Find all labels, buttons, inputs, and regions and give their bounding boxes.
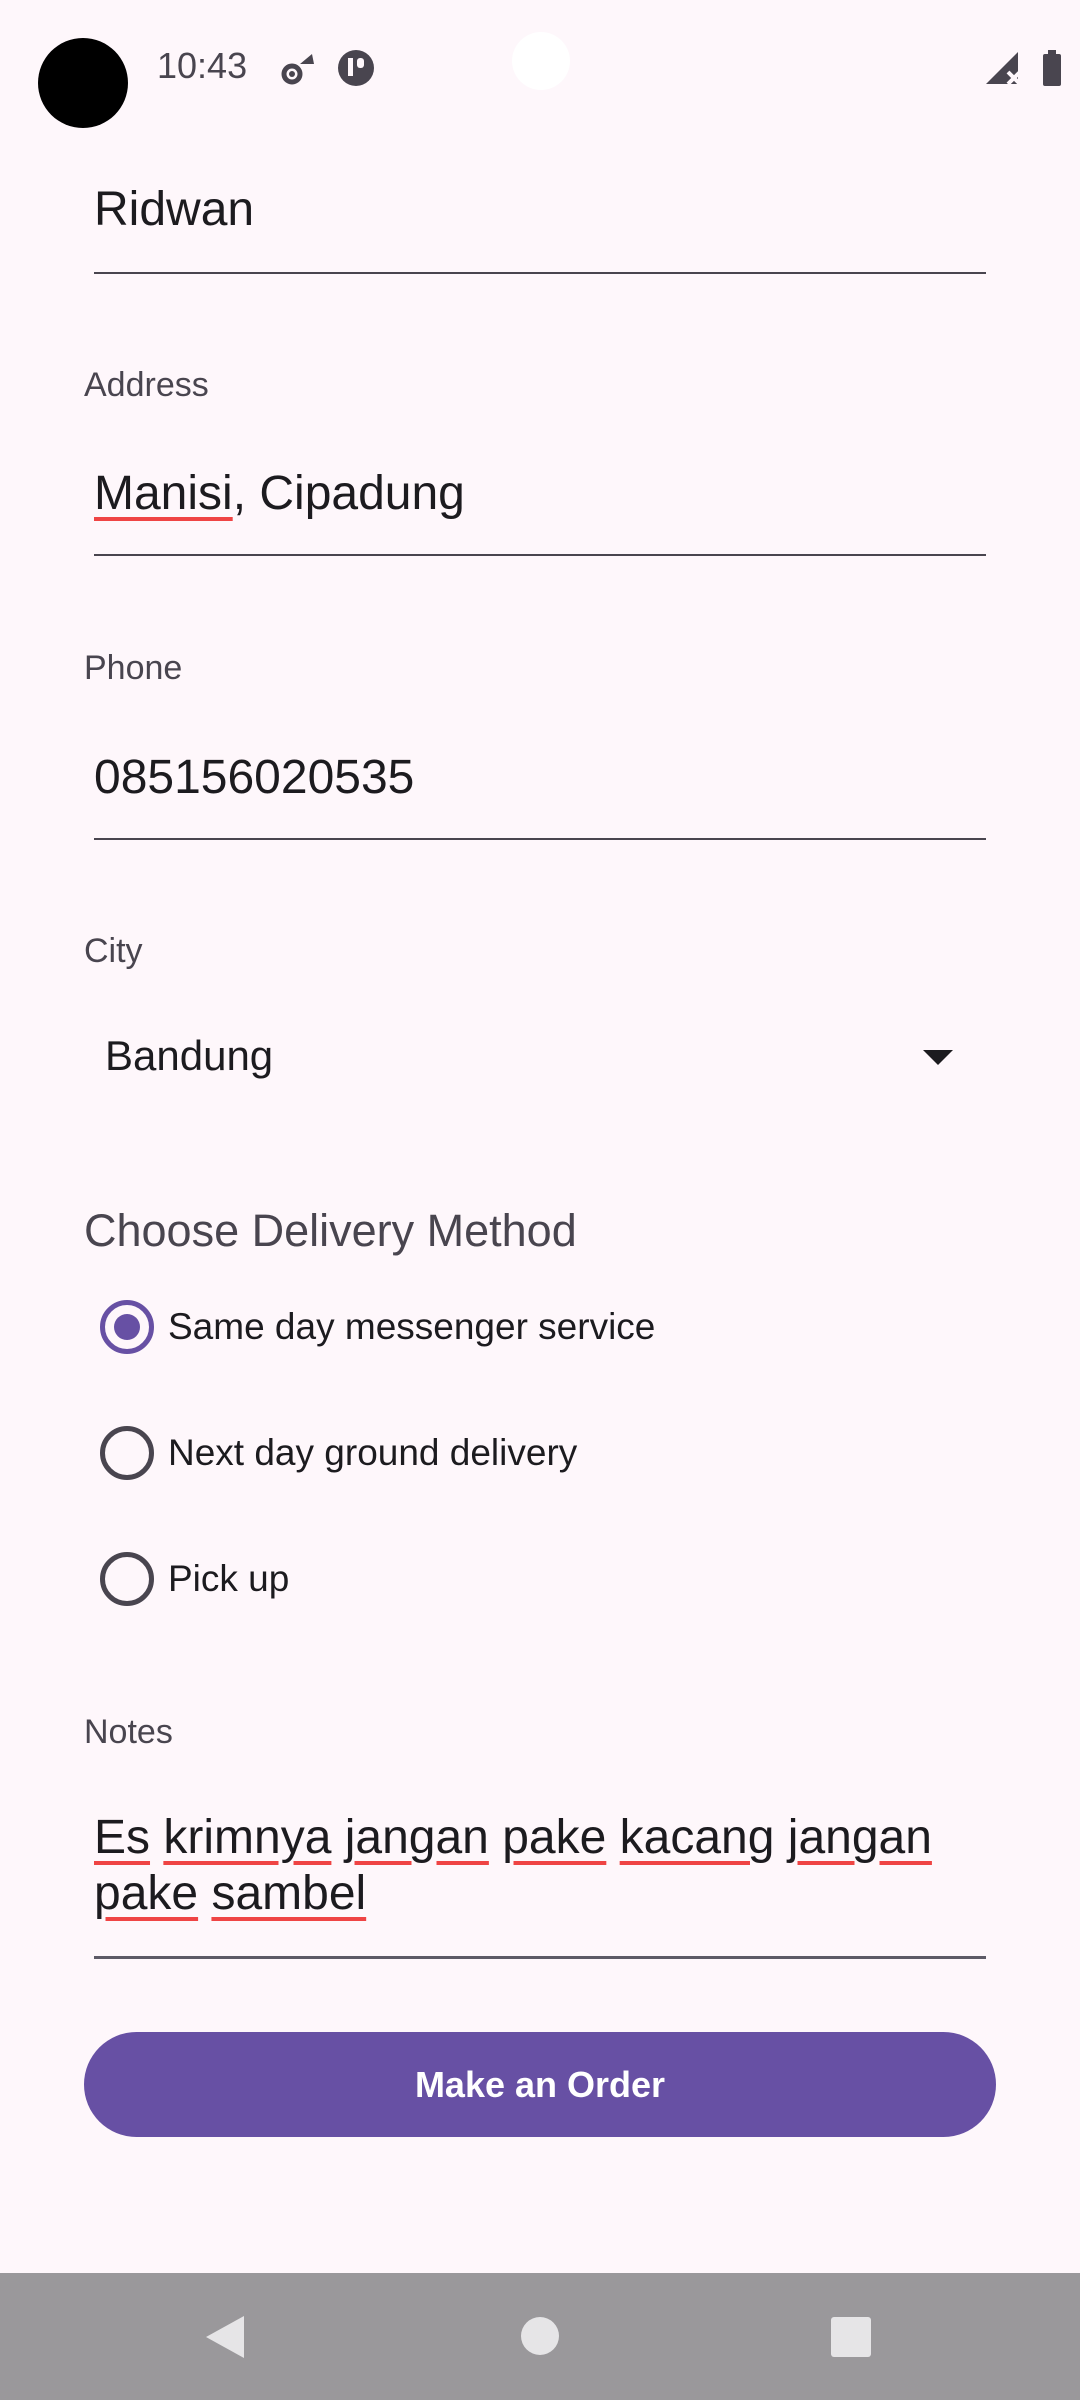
name-field-underline: [94, 272, 986, 274]
address-label: Address: [84, 366, 209, 404]
notes-word: kacang: [619, 1811, 775, 1864]
back-icon[interactable]: [206, 2316, 244, 2358]
name-field[interactable]: Ridwan: [94, 182, 254, 237]
delivery-method-title: Choose Delivery Method: [84, 1205, 577, 1256]
misspelled-word: Manisi: [94, 467, 233, 520]
delivery-option-label: Pick up: [168, 1558, 290, 1599]
city-selected-value: Bandung: [105, 1032, 274, 1079]
notes-word: krimnya: [163, 1811, 332, 1864]
phone-field-underline: [94, 838, 986, 840]
phone-label: Phone: [84, 649, 183, 687]
delivery-option-label: Same day messenger service: [168, 1306, 656, 1347]
notes-word: jangan: [344, 1811, 489, 1864]
address-field-underline: [94, 554, 986, 556]
front-camera: [512, 32, 570, 90]
delivery-option-next-day[interactable]: Next day ground delivery: [84, 1398, 984, 1508]
make-order-button[interactable]: Make an Order: [84, 2032, 996, 2137]
settings-wifi-icon: [281, 54, 314, 85]
address-rest: , Cipadung: [232, 467, 465, 520]
camera-cutout: [38, 38, 128, 128]
status-time: 10:43: [157, 45, 248, 86]
notes-word: jangan: [787, 1811, 932, 1864]
battery-icon: [1043, 50, 1061, 86]
city-label: City: [84, 932, 143, 970]
delivery-option-label: Next day ground delivery: [168, 1432, 578, 1473]
notes-word: sambel: [211, 1867, 367, 1920]
notes-word: Es: [94, 1811, 151, 1864]
notes-word: pake: [94, 1867, 199, 1920]
address-field[interactable]: Manisi, Cipadung: [94, 466, 465, 521]
notes-label: Notes: [84, 1713, 173, 1751]
status-bar: 10:43: [0, 0, 1080, 130]
delivery-option-same-day[interactable]: Same day messenger service: [84, 1272, 984, 1382]
app-notification-icon: [338, 50, 374, 86]
recent-apps-icon[interactable]: [831, 2317, 871, 2357]
notes-word: pake: [502, 1811, 607, 1864]
no-signal-icon: [986, 52, 1022, 86]
city-dropdown[interactable]: Bandung: [84, 1000, 984, 1120]
home-icon[interactable]: [521, 2317, 559, 2355]
system-nav-bar: [0, 2273, 1080, 2400]
radio-button-icon[interactable]: [100, 1552, 154, 1606]
radio-button-icon[interactable]: [100, 1300, 154, 1354]
notes-field[interactable]: Es krimnya jangan pake kacang jangan pak…: [94, 1810, 986, 1922]
notes-field-underline: [94, 1956, 986, 1959]
delivery-option-pick-up[interactable]: Pick up: [84, 1524, 984, 1634]
radio-button-icon[interactable]: [100, 1426, 154, 1480]
order-form-screen: 10:43 Ridwan Address Manisi, Cipadung Ph…: [0, 0, 1080, 2400]
dropdown-arrow-icon: [923, 1050, 953, 1065]
phone-field[interactable]: 085156020535: [94, 750, 414, 805]
